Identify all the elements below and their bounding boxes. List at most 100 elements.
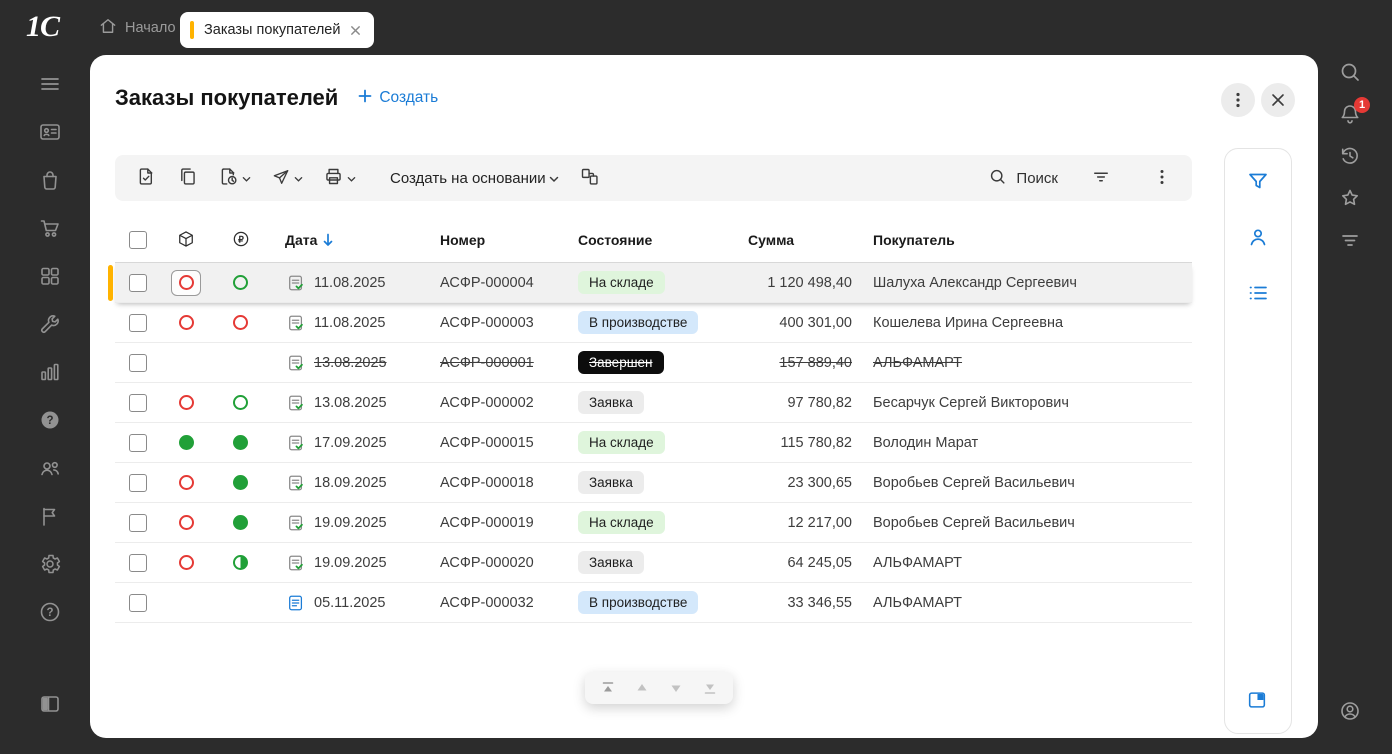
table-row[interactable]: 13.08.2025 АСФР-000001 Завершен 157 889,… [115, 343, 1192, 383]
filter-button[interactable] [1082, 161, 1120, 195]
history-icon[interactable] [1338, 144, 1362, 168]
right-rail: 1 [1338, 60, 1362, 252]
select-all-checkbox[interactable] [129, 231, 147, 249]
customer-column-header[interactable]: Покупатель [860, 232, 1192, 248]
functions-filter-lines-icon[interactable] [1338, 228, 1362, 252]
payment-status-cell [226, 590, 256, 616]
tab-label: Заказы покупателей [204, 22, 340, 38]
payment-column-header[interactable]: ₽ [211, 229, 270, 252]
tools-wrench-icon[interactable] [38, 312, 62, 336]
posted-document-icon [287, 354, 305, 372]
send-button[interactable] [262, 161, 312, 195]
print-button[interactable] [314, 161, 365, 195]
row-checkbox[interactable] [129, 394, 147, 412]
funnel-filter-icon[interactable] [1246, 169, 1270, 193]
favorites-star-icon[interactable] [1338, 186, 1362, 210]
row-checkbox[interactable] [129, 354, 147, 372]
cell-customer: АЛЬФАМАРТ [860, 355, 1192, 371]
toolbar-right-group: Поиск [988, 161, 1180, 195]
purchases-bag-icon[interactable] [38, 168, 62, 192]
payment-status-icon [233, 315, 248, 330]
shipment-status-cell [171, 590, 201, 616]
help-icon[interactable]: ? [38, 600, 62, 624]
post-document-button[interactable] [127, 161, 166, 195]
list-settings-icon[interactable] [1246, 281, 1270, 305]
posted-document-icon [287, 434, 305, 452]
row-checkbox[interactable] [129, 594, 147, 612]
table-row[interactable]: 13.08.2025 АСФР-000002 Заявка 97 780,82 … [115, 383, 1192, 423]
table-row[interactable]: 19.09.2025 АСФР-000020 Заявка 64 245,05 … [115, 543, 1192, 583]
global-search-icon[interactable] [1338, 60, 1362, 84]
go-down-button[interactable] [659, 674, 693, 702]
settings-gear-icon[interactable] [38, 552, 62, 576]
row-checkbox[interactable] [129, 274, 147, 292]
card-more-button[interactable] [1221, 83, 1255, 117]
payment-status-icon [233, 475, 248, 490]
cell-date: 13.08.2025 [270, 394, 435, 412]
shipment-status-cell [171, 430, 201, 456]
svg-text:?: ? [46, 607, 53, 619]
table-row[interactable]: 11.08.2025 АСФР-000004 На складе 1 120 4… [115, 263, 1192, 303]
payment-status-cell [226, 310, 256, 336]
table-row[interactable]: 17.09.2025 АСФР-000015 На складе 115 780… [115, 423, 1192, 463]
tab-close-icon[interactable] [350, 25, 361, 36]
posted-document-icon [287, 274, 305, 292]
contacts-card-icon[interactable] [38, 120, 62, 144]
go-last-button[interactable] [693, 674, 727, 702]
post-with-date-button[interactable] [209, 161, 260, 195]
reports-chart-icon[interactable] [38, 360, 62, 384]
sales-cart-icon[interactable] [38, 216, 62, 240]
go-first-button[interactable] [591, 674, 625, 702]
state-column-header[interactable]: Состояние [575, 232, 745, 248]
users-icon[interactable] [38, 456, 62, 480]
number-column-header[interactable]: Номер [435, 232, 575, 248]
shipment-column-header[interactable] [161, 229, 211, 252]
account-icon[interactable] [1338, 699, 1362, 723]
sum-column-header[interactable]: Сумма [745, 232, 860, 248]
table-row[interactable]: 05.11.2025 АСФР-000032 В производстве 33… [115, 583, 1192, 623]
tab-customer-orders[interactable]: Заказы покупателей [180, 12, 374, 48]
create-label: Создать [379, 89, 438, 107]
create-based-on-button[interactable]: Создать на основании [381, 161, 568, 195]
shipment-status-icon [179, 475, 194, 490]
go-up-button[interactable] [625, 674, 659, 702]
menu-icon[interactable] [38, 72, 62, 96]
cell-date: 13.08.2025 [270, 354, 435, 372]
copy-button[interactable] [168, 161, 207, 195]
row-checkbox[interactable] [129, 474, 147, 492]
date-column-header[interactable]: Дата [270, 232, 435, 248]
panel-layout-icon[interactable] [1246, 689, 1270, 713]
assignee-person-icon[interactable] [1246, 225, 1270, 249]
cell-date-text: 17.09.2025 [314, 435, 387, 451]
payment-status-cell [226, 430, 256, 456]
row-checkbox[interactable] [129, 514, 147, 532]
row-checkbox[interactable] [129, 314, 147, 332]
row-checkbox[interactable] [129, 434, 147, 452]
flag-icon[interactable] [38, 504, 62, 528]
toolbar-more-button[interactable] [1144, 161, 1180, 195]
cell-number: АСФР-000003 [435, 315, 575, 331]
card-close-button[interactable] [1261, 83, 1295, 117]
cell-customer: Воробьев Сергей Васильевич [860, 475, 1192, 491]
shipment-status-icon [179, 555, 194, 570]
table-row[interactable]: 18.09.2025 АСФР-000018 Заявка 23 300,65 … [115, 463, 1192, 503]
table-row[interactable]: 11.08.2025 АСФР-000003 В производстве 40… [115, 303, 1192, 343]
posted-document-icon [287, 514, 305, 532]
cell-customer: Шалуха Александр Сергеевич [860, 275, 1192, 291]
cell-sum: 1 120 498,40 [745, 275, 860, 291]
search-button[interactable]: Поиск [988, 167, 1058, 189]
row-checkbox[interactable] [129, 554, 147, 572]
payment-status-icon [233, 275, 248, 290]
svg-text:₽: ₽ [238, 234, 244, 244]
home-button[interactable]: Начало [98, 0, 176, 56]
filter-side-panel [1224, 148, 1292, 734]
filled-question-icon[interactable]: ? [38, 408, 62, 432]
subordination-structure-button[interactable] [570, 161, 609, 195]
page-title: Заказы покупателей [115, 85, 338, 111]
modules-grid-icon[interactable] [38, 264, 62, 288]
create-button[interactable]: Создать [358, 89, 438, 108]
table-header: ₽ Дата Номер Состояние Сумма Покупатель [115, 218, 1192, 263]
table-row[interactable]: 19.09.2025 АСФР-000019 На складе 12 217,… [115, 503, 1192, 543]
sidebar-panel-toggle-icon[interactable] [38, 692, 62, 716]
notifications-bell-icon[interactable]: 1 [1338, 102, 1362, 126]
